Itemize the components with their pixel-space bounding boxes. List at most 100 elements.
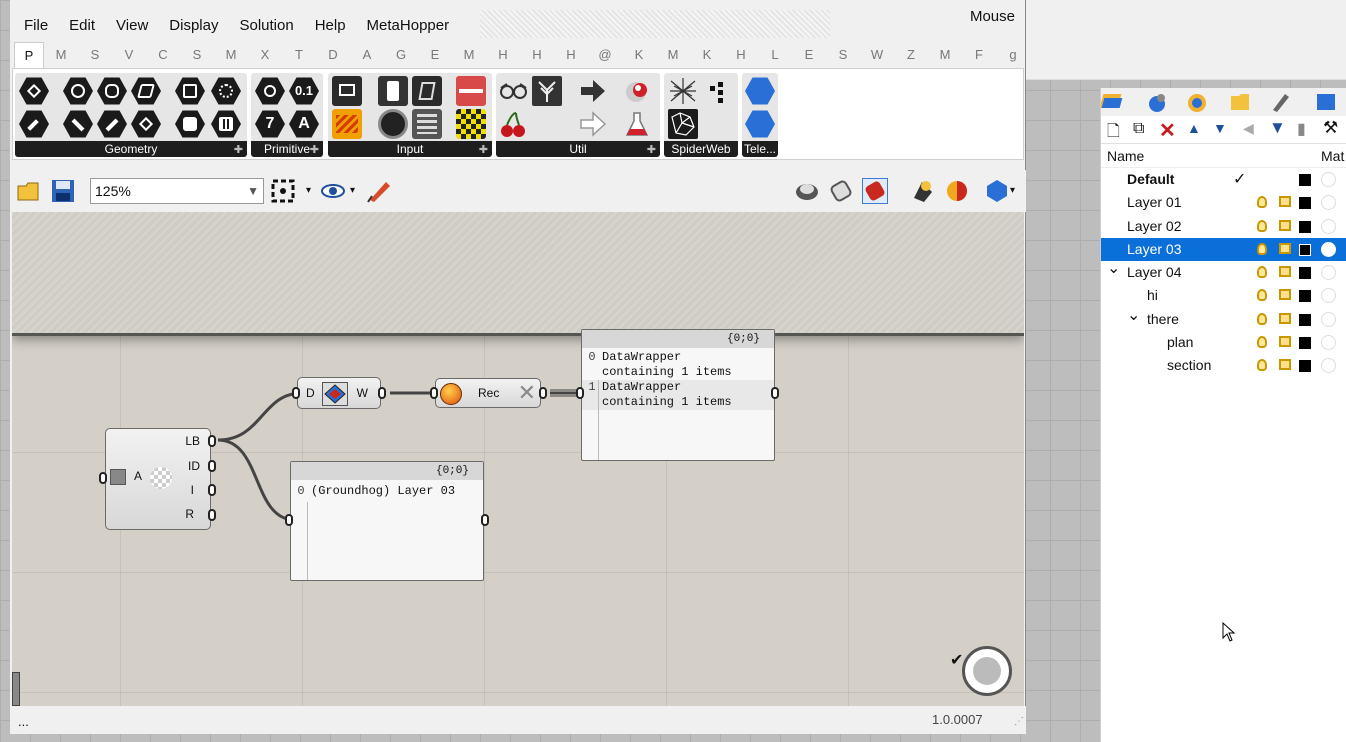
tab-1[interactable]: M: [44, 42, 78, 68]
menu-help[interactable]: Help: [305, 17, 357, 34]
preview-shaded-icon[interactable]: [794, 178, 820, 204]
panel-layer-name[interactable]: {0;0} 0 (Groundhog) Layer 03: [290, 461, 484, 581]
visibility-bulb-icon[interactable]: [1257, 266, 1267, 279]
expand-caret-icon[interactable]: ⌄: [1127, 304, 1140, 327]
tab-2[interactable]: S: [78, 42, 112, 68]
output-grip[interactable]: [378, 387, 386, 399]
layer-row[interactable]: plan: [1101, 331, 1346, 354]
output-grip[interactable]: [208, 484, 216, 496]
visibility-bulb-icon[interactable]: [1257, 312, 1267, 325]
visibility-bulb-icon[interactable]: [1257, 289, 1267, 302]
lock-icon[interactable]: [1279, 196, 1291, 208]
tab-7[interactable]: X: [248, 42, 282, 68]
layer-color-swatch[interactable]: [1299, 197, 1311, 210]
layer-color-swatch[interactable]: [1299, 313, 1311, 326]
visibility-bulb-icon[interactable]: [1257, 359, 1267, 372]
layer-color-swatch[interactable]: [1299, 290, 1311, 303]
curve-icon[interactable]: [97, 77, 127, 105]
output-param[interactable]: LB: [185, 434, 200, 448]
layer-name[interactable]: plan: [1167, 331, 1193, 354]
web-graph-icon[interactable]: [668, 76, 698, 106]
gradient-icon[interactable]: [378, 109, 408, 139]
slider-icon[interactable]: [456, 76, 486, 106]
layer-row[interactable]: Default ✓: [1101, 168, 1346, 191]
geometry-icon[interactable]: [175, 110, 205, 138]
move-down-icon[interactable]: ▼: [1213, 120, 1227, 136]
scroll-handle[interactable]: [12, 672, 20, 706]
vector-icon[interactable]: [19, 110, 49, 138]
preview-wire-icon[interactable]: [828, 178, 854, 204]
zoom-extents-icon[interactable]: [270, 178, 296, 204]
menu-metahopper[interactable]: MetaHopper: [357, 17, 461, 34]
tab-28[interactable]: F: [962, 42, 996, 68]
delete-icon[interactable]: ✕: [1159, 118, 1176, 143]
teleport-sender-icon[interactable]: [745, 77, 775, 105]
visibility-bulb-icon[interactable]: [1257, 336, 1267, 349]
tab-0[interactable]: P: [14, 42, 44, 68]
save-icon[interactable]: [50, 178, 76, 204]
input-param[interactable]: A: [134, 469, 142, 483]
tab-6[interactable]: M: [214, 42, 248, 68]
chevron-down-icon[interactable]: ▾: [1010, 178, 1036, 204]
lock-icon[interactable]: [1279, 359, 1291, 371]
tab-18[interactable]: K: [622, 42, 656, 68]
new-sublayer-icon[interactable]: ⧉: [1133, 120, 1144, 138]
panel-input-icon[interactable]: [332, 76, 362, 106]
input-grip[interactable]: [430, 387, 438, 399]
surface-icon[interactable]: [131, 77, 161, 105]
canvas-navigation-icon[interactable]: [962, 646, 1012, 696]
tab-19[interactable]: M: [656, 42, 690, 68]
menu-display[interactable]: Display: [159, 17, 229, 34]
glasses-icon[interactable]: [498, 76, 528, 106]
lock-icon[interactable]: [1279, 219, 1291, 231]
output-param[interactable]: W: [357, 386, 368, 400]
tab-10[interactable]: A: [350, 42, 384, 68]
move-up-icon[interactable]: ▲: [1187, 120, 1201, 136]
layer-row[interactable]: Layer 02: [1101, 215, 1346, 238]
tab-8[interactable]: T: [282, 42, 316, 68]
output-param[interactable]: I: [191, 483, 194, 497]
input-grip[interactable]: [292, 387, 300, 399]
grasshopper-canvas[interactable]: A LB ID I R D W Rec ✕ {0;0} 0 DataWrappe…: [12, 212, 1024, 706]
preview-gradient-icon[interactable]: [944, 178, 970, 204]
tab-14[interactable]: H: [486, 42, 520, 68]
arrow-right-icon[interactable]: [578, 76, 608, 106]
page-icon[interactable]: ▮: [1297, 119, 1306, 139]
open-file-icon[interactable]: [16, 178, 42, 204]
layer-name[interactable]: hi: [1147, 284, 1158, 307]
tab-12[interactable]: E: [418, 42, 452, 68]
circle-icon[interactable]: [63, 77, 93, 105]
material-icon[interactable]: [1321, 358, 1336, 374]
point-icon[interactable]: [19, 77, 49, 105]
list-icon[interactable]: [412, 109, 442, 139]
tab-20[interactable]: K: [690, 42, 724, 68]
preview-mesh-icon[interactable]: [984, 178, 1010, 204]
layer-color-swatch[interactable]: [1299, 360, 1311, 373]
tools-icon[interactable]: ⚒: [1323, 118, 1338, 138]
layer-name[interactable]: Layer 03: [1127, 238, 1181, 261]
flask-icon[interactable]: [622, 109, 652, 139]
lock-icon[interactable]: [1279, 289, 1291, 301]
layer-name[interactable]: Layer 01: [1127, 191, 1181, 214]
record-component[interactable]: Rec ✕: [435, 378, 541, 408]
tab-24[interactable]: S: [826, 42, 860, 68]
material-icon[interactable]: [1321, 241, 1336, 257]
layer-color-swatch[interactable]: [1299, 267, 1311, 280]
material-icon[interactable]: [1321, 265, 1336, 281]
layer-row[interactable]: Layer 03: [1101, 237, 1346, 262]
material-icon[interactable]: [1321, 335, 1336, 351]
tab-3[interactable]: V: [112, 42, 146, 68]
lock-icon[interactable]: [1279, 242, 1291, 254]
input-grip[interactable]: [285, 514, 293, 526]
tab-22[interactable]: L: [758, 42, 792, 68]
layer-color-swatch[interactable]: [1299, 174, 1311, 186]
mesh-icon[interactable]: [211, 110, 241, 138]
input-grip[interactable]: [99, 472, 107, 484]
cherries-icon[interactable]: [498, 109, 528, 139]
output-grip[interactable]: [208, 509, 216, 521]
expand-icon[interactable]: ✚: [647, 143, 656, 156]
box-icon[interactable]: [175, 77, 205, 105]
tab-29[interactable]: g: [996, 42, 1030, 68]
lock-icon[interactable]: [1279, 312, 1291, 324]
visibility-bulb-icon[interactable]: [1257, 242, 1267, 255]
